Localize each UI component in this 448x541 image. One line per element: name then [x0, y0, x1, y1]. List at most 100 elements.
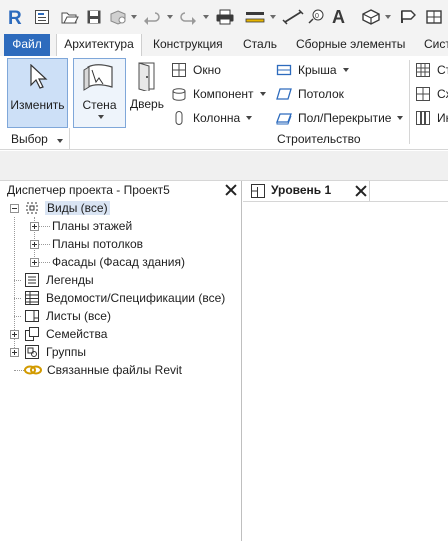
tree-item-elevations[interactable]: Фасады (Фасад здания)	[30, 253, 185, 271]
component-button[interactable]: Компонент	[171, 84, 266, 104]
groups-icon	[25, 345, 39, 359]
tree-item-legends[interactable]: Легенды	[24, 271, 94, 289]
tree-item-views[interactable]: Виды (все)	[10, 199, 110, 217]
tree-item-floor-plans[interactable]: Планы этажей	[30, 217, 132, 235]
roof-button[interactable]: Крыша	[276, 60, 349, 80]
ceiling-button[interactable]: Потолок	[276, 84, 344, 104]
floor-label: Пол/Перекрытие	[298, 111, 392, 125]
tab-architecture[interactable]: Архитектура	[56, 34, 142, 56]
sync-dropdown-icon[interactable]	[131, 15, 137, 19]
curtain-system-label: Ст	[437, 63, 448, 77]
tree-item-label: Семейства	[46, 327, 108, 341]
select-panel-dropdown-icon[interactable]	[57, 139, 64, 143]
tree-item-revit-links[interactable]: Связанные файлы Revit	[24, 361, 182, 379]
tab-precast[interactable]: Сборные элементы	[296, 34, 405, 56]
curtain-system-button[interactable]: Ст	[415, 60, 448, 80]
3d-view-icon[interactable]	[361, 6, 381, 28]
views-icon	[26, 202, 38, 214]
wall-button[interactable]: Стена	[73, 58, 126, 128]
roof-dropdown-icon[interactable]	[342, 68, 349, 72]
save-icon[interactable]	[85, 6, 103, 28]
curtain-grid-icon	[416, 87, 430, 101]
modify-button[interactable]: Изменить	[7, 58, 68, 128]
column-button[interactable]: Колонна	[171, 108, 253, 128]
floor-icon	[276, 113, 292, 125]
tab-steel[interactable]: Сталь	[243, 34, 277, 56]
component-dropdown-icon[interactable]	[259, 92, 266, 96]
curtain-grid-button[interactable]: Сх	[415, 84, 448, 104]
mullion-label: Ин	[437, 111, 448, 125]
text-icon[interactable]: A	[331, 6, 347, 28]
revit-logo-icon[interactable]: R	[7, 6, 23, 28]
3d-view-dropdown-icon[interactable]	[385, 15, 391, 19]
close-icon[interactable]	[355, 185, 367, 197]
cursor-arrow-icon	[30, 64, 48, 89]
window-button[interactable]: Окно	[171, 60, 221, 80]
expand-icon[interactable]	[30, 239, 39, 249]
tree-item-families[interactable]: Семейства	[10, 325, 107, 343]
curtain-grid-label: Сх	[437, 87, 448, 101]
curtain-system-icon	[416, 63, 430, 77]
select-panel-title[interactable]: Выбор	[11, 132, 64, 146]
tab-file[interactable]: Файл	[4, 34, 50, 56]
sync-icon[interactable]	[109, 6, 127, 28]
schedule-icon	[25, 291, 39, 305]
tree-item-sheets[interactable]: Листы (все)	[24, 307, 111, 325]
expand-icon[interactable]	[30, 221, 39, 231]
tree-item-label: Группы	[46, 345, 86, 359]
info-center-icon[interactable]	[34, 6, 50, 28]
expand-icon[interactable]	[10, 347, 19, 357]
expand-icon[interactable]	[30, 257, 39, 267]
tree-item-groups[interactable]: Группы	[10, 343, 86, 361]
mullion-icon	[416, 111, 430, 125]
door-button[interactable]: Дверь	[129, 58, 165, 128]
wall-label: Стена	[82, 98, 117, 112]
tree-item-label: Планы потолков	[52, 237, 144, 251]
tree-item-label: Ведомости/Спецификации (все)	[46, 291, 226, 305]
tab-systems[interactable]: Сист	[424, 34, 448, 56]
wall-dropdown-icon[interactable]	[98, 115, 104, 119]
floor-dropdown-icon[interactable]	[397, 116, 404, 120]
undo-icon[interactable]	[143, 6, 161, 28]
floor-button[interactable]: Пол/Перекрытие	[276, 108, 404, 128]
redo-dropdown-icon[interactable]	[203, 15, 209, 19]
thin-lines-icon[interactable]	[425, 6, 445, 28]
tag-icon[interactable]: 0	[307, 6, 327, 28]
tab-structure[interactable]: Конструкция	[153, 34, 223, 56]
project-browser-header: Диспетчер проекта - Проект5	[0, 181, 242, 198]
mullion-button[interactable]: Ин	[415, 108, 448, 128]
column-dropdown-icon[interactable]	[246, 116, 253, 120]
redo-icon[interactable]	[179, 6, 197, 28]
project-browser: Диспетчер проекта - Проект5 Виды (все) П…	[0, 181, 242, 541]
svg-text:A: A	[332, 8, 345, 26]
dimension-icon[interactable]	[282, 6, 304, 28]
tree-item-ceiling-plans[interactable]: Планы потолков	[30, 235, 143, 253]
measure-dropdown-icon[interactable]	[270, 15, 276, 19]
print-icon[interactable]	[215, 6, 235, 28]
component-label: Компонент	[193, 87, 254, 101]
close-icon[interactable]	[225, 184, 237, 196]
section-icon[interactable]	[398, 6, 418, 28]
undo-dropdown-icon[interactable]	[167, 15, 173, 19]
build-panel-title: Строительство	[277, 132, 361, 146]
collapse-icon[interactable]	[10, 203, 19, 213]
families-icon	[25, 327, 39, 341]
drawing-area[interactable]	[243, 201, 448, 541]
window-label: Окно	[193, 63, 221, 77]
modify-label: Изменить	[10, 98, 65, 112]
open-file-icon[interactable]	[61, 6, 79, 28]
measure-icon[interactable]	[243, 6, 267, 28]
column-icon	[175, 111, 183, 125]
link-icon	[24, 365, 42, 375]
tree-guide	[14, 316, 21, 317]
tree-guide	[14, 280, 21, 281]
panel-separator	[69, 128, 70, 150]
view-tab-label: Уровень 1	[271, 183, 332, 197]
ceiling-label: Потолок	[298, 87, 344, 101]
view-tab-level1[interactable]: Уровень 1	[244, 181, 370, 201]
door-icon	[138, 62, 155, 91]
project-browser-title: Диспетчер проекта - Проект5	[7, 183, 170, 197]
expand-icon[interactable]	[10, 329, 19, 339]
tree-item-schedules[interactable]: Ведомости/Спецификации (все)	[24, 289, 225, 307]
window-icon	[172, 63, 186, 77]
